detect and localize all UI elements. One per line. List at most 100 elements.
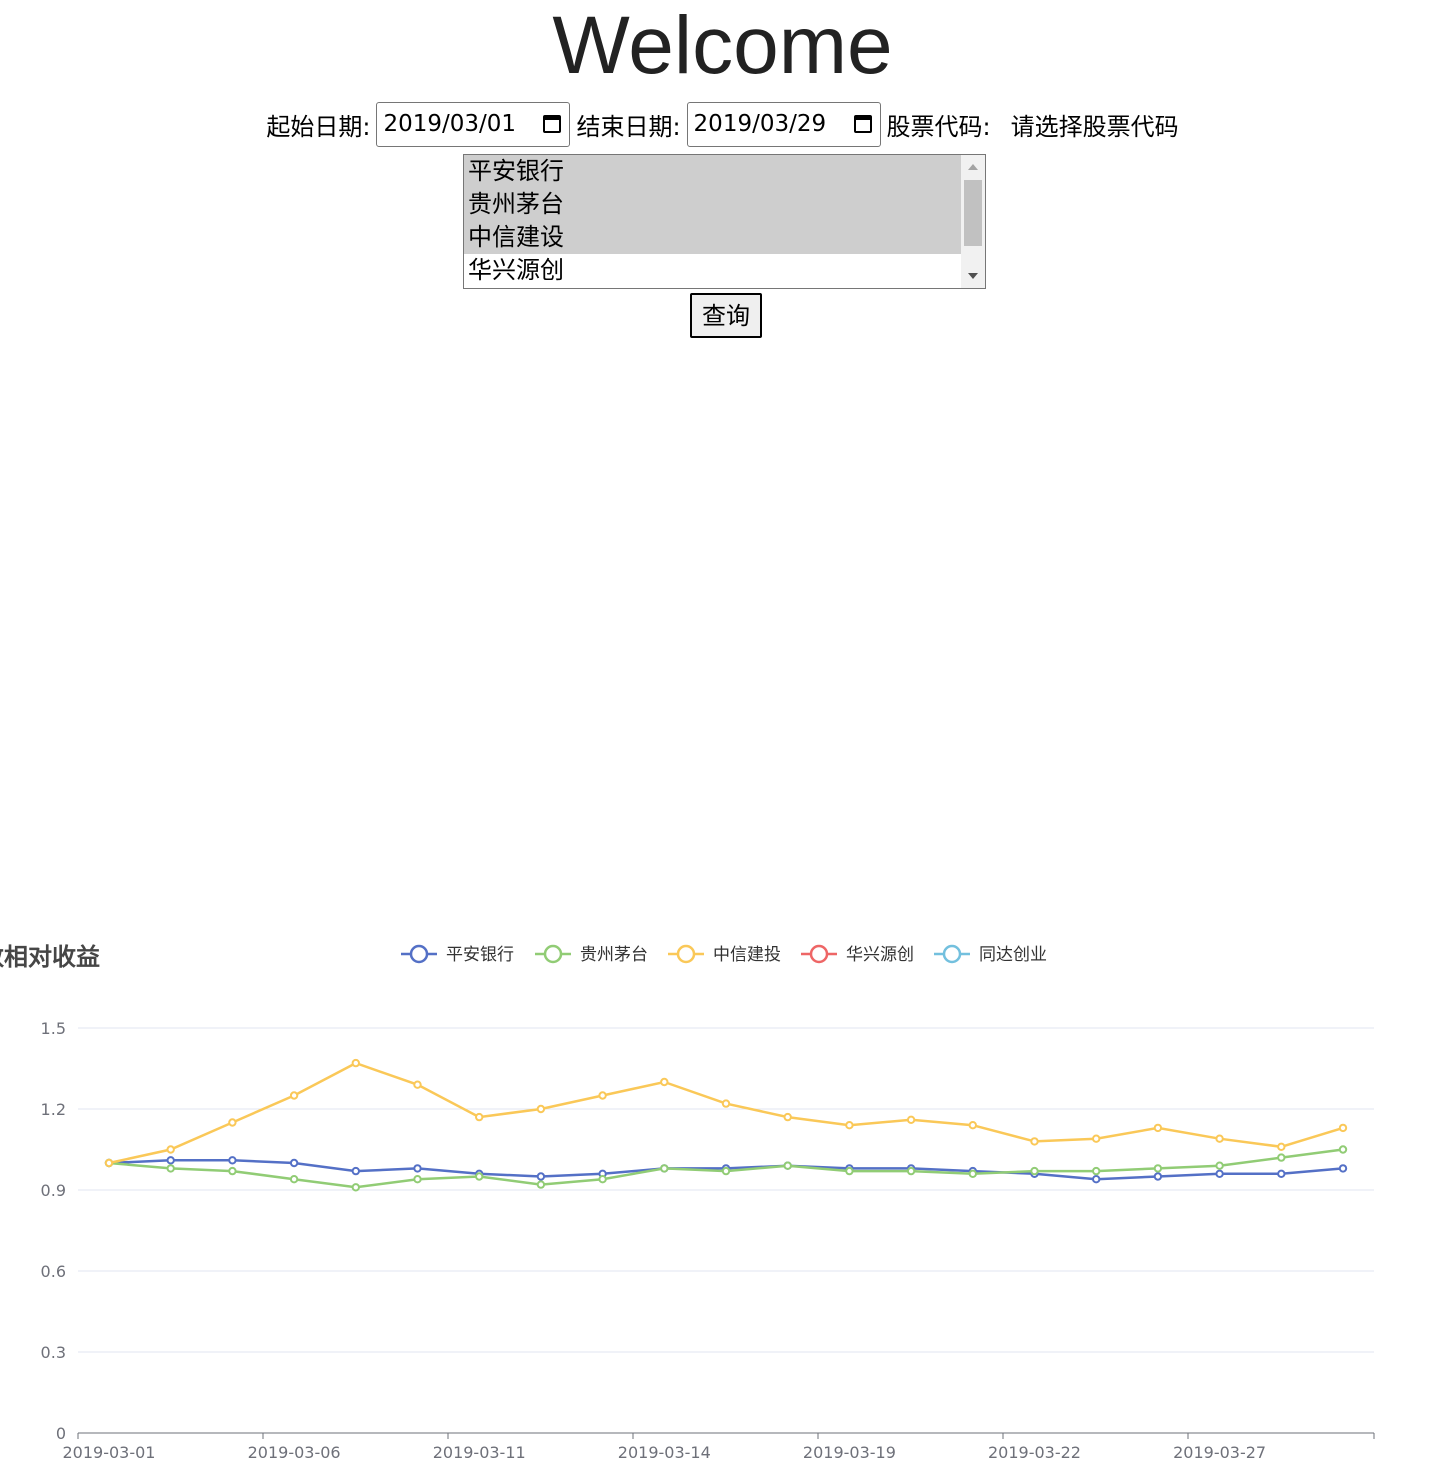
data-point[interactable]: [166, 1164, 175, 1173]
data-point[interactable]: [536, 1104, 546, 1114]
x-tick-label: 2019-03-01: [63, 1443, 156, 1462]
data-point[interactable]: [1030, 1137, 1039, 1146]
data-point[interactable]: [351, 1166, 360, 1176]
data-point[interactable]: [783, 1112, 792, 1122]
data-point[interactable]: [228, 1156, 237, 1165]
data-point[interactable]: [1277, 1169, 1286, 1179]
start-date-label: 起始日期:: [266, 112, 371, 141]
data-point[interactable]: [289, 1158, 299, 1168]
stock-code-listbox[interactable]: 平安银行 贵州茅台 中信建设 华兴源创: [463, 154, 986, 289]
listbox-option[interactable]: 华兴源创: [464, 254, 961, 287]
end-date-value: 2019/03/29: [693, 111, 827, 137]
chart-legend: 平安银行 贵州茅台 中信建投 华兴源创 同达创业: [401, 944, 1047, 965]
data-point[interactable]: [351, 1183, 360, 1192]
y-axis-ticks: 0 0.3 0.6 0.9 1.2 1.5: [41, 1019, 66, 1443]
legend-label: 同达创业: [979, 945, 1047, 965]
data-point[interactable]: [413, 1175, 422, 1184]
data-point[interactable]: [1092, 1134, 1101, 1143]
data-point[interactable]: [1215, 1134, 1224, 1143]
data-point[interactable]: [1092, 1166, 1101, 1176]
data-point[interactable]: [1153, 1164, 1163, 1173]
stock-code-label: 股票代码:: [886, 112, 991, 141]
data-point[interactable]: [1030, 1166, 1039, 1176]
y-tick-label: 0.6: [41, 1262, 66, 1281]
legend-marker-icon: [543, 944, 563, 964]
data-point[interactable]: [1215, 1161, 1224, 1170]
calendar-icon[interactable]: [853, 115, 872, 133]
data-point[interactable]: [475, 1172, 484, 1181]
data-point[interactable]: [783, 1161, 792, 1170]
data-point[interactable]: [166, 1156, 175, 1165]
x-tick-label: 2019-03-14: [618, 1443, 711, 1462]
data-point[interactable]: [536, 1172, 546, 1181]
data-point[interactable]: [228, 1118, 237, 1127]
data-point[interactable]: [228, 1166, 237, 1176]
data-point[interactable]: [1338, 1123, 1348, 1133]
y-tick-label: 1.2: [41, 1100, 66, 1119]
data-point[interactable]: [413, 1080, 422, 1089]
x-tick-label: 2019-03-11: [433, 1443, 526, 1462]
scroll-down-arrow-icon[interactable]: [968, 273, 978, 279]
listbox-option[interactable]: 平安银行: [464, 155, 961, 188]
legend-label: 贵州茅台: [580, 945, 648, 965]
data-point[interactable]: [413, 1164, 422, 1173]
data-point[interactable]: [660, 1164, 669, 1173]
data-point[interactable]: [1277, 1153, 1286, 1162]
data-point[interactable]: [845, 1166, 854, 1176]
scrollbar-thumb[interactable]: [964, 180, 982, 246]
data-point[interactable]: [906, 1166, 916, 1176]
legend-item[interactable]: 中信建投: [668, 944, 781, 965]
listbox-scrollbar[interactable]: [961, 155, 985, 288]
data-point[interactable]: [104, 1158, 114, 1168]
data-point[interactable]: [1153, 1172, 1163, 1181]
data-point[interactable]: [351, 1058, 360, 1068]
series-line: [108, 1061, 1344, 1165]
data-point[interactable]: [845, 1121, 854, 1130]
scroll-up-arrow-icon[interactable]: [968, 164, 978, 170]
data-point[interactable]: [1215, 1169, 1224, 1179]
legend-item[interactable]: 同达创业: [934, 944, 1047, 965]
data-point[interactable]: [721, 1166, 731, 1176]
data-point[interactable]: [289, 1175, 299, 1184]
start-date-value: 2019/03/01: [383, 111, 517, 137]
data-point[interactable]: [906, 1115, 916, 1125]
end-date-input[interactable]: 2019/03/29: [686, 101, 881, 147]
x-tick-label: 2019-03-06: [248, 1443, 341, 1462]
x-tick-label: 2019-03-27: [1173, 1443, 1266, 1462]
legend-item[interactable]: 华兴源创: [801, 944, 914, 965]
x-axis: 2019-03-01 2019-03-06 2019-03-11 2019-03-14…: [63, 1432, 1375, 1462]
data-point[interactable]: [1092, 1175, 1101, 1184]
data-point[interactable]: [1153, 1123, 1163, 1133]
page-title: Welcome: [552, 0, 893, 91]
chart-title: 数相对收益: [0, 943, 100, 971]
data-point[interactable]: [598, 1175, 607, 1184]
y-tick-label: 0.3: [41, 1343, 66, 1362]
query-button[interactable]: 查询: [690, 293, 762, 338]
legend-item[interactable]: 平安银行: [401, 944, 514, 965]
legend-marker-icon: [809, 944, 829, 964]
data-point[interactable]: [598, 1091, 607, 1100]
data-point[interactable]: [660, 1077, 669, 1087]
relative-return-chart: 数相对收益 00.30.60.91.21.5 2019-03-012019-03…: [0, 943, 1375, 1462]
start-date-input[interactable]: 2019/03/01: [376, 101, 571, 147]
chart-series: [104, 1058, 1348, 1192]
data-point[interactable]: [166, 1145, 175, 1154]
calendar-icon[interactable]: [543, 115, 562, 133]
legend-label: 中信建投: [713, 945, 781, 965]
query-form: 起始日期: 2019/03/01 结束日期: 2019/03/29 股票代码: …: [0, 101, 1445, 147]
legend-marker-icon: [409, 944, 429, 964]
data-point[interactable]: [1277, 1142, 1286, 1152]
listbox-option[interactable]: 中信建设: [464, 221, 961, 254]
data-point[interactable]: [1338, 1164, 1348, 1173]
data-point[interactable]: [289, 1091, 299, 1100]
legend-item[interactable]: 贵州茅台: [535, 944, 648, 965]
data-point[interactable]: [475, 1112, 484, 1122]
x-tick-label: 2019-03-19: [803, 1443, 896, 1462]
data-point[interactable]: [536, 1180, 546, 1189]
data-point[interactable]: [968, 1121, 977, 1130]
data-point[interactable]: [721, 1099, 731, 1108]
data-point[interactable]: [968, 1169, 977, 1179]
y-tick-label: 0.9: [41, 1181, 66, 1200]
listbox-option[interactable]: 贵州茅台: [464, 188, 961, 221]
data-point[interactable]: [1338, 1145, 1348, 1154]
